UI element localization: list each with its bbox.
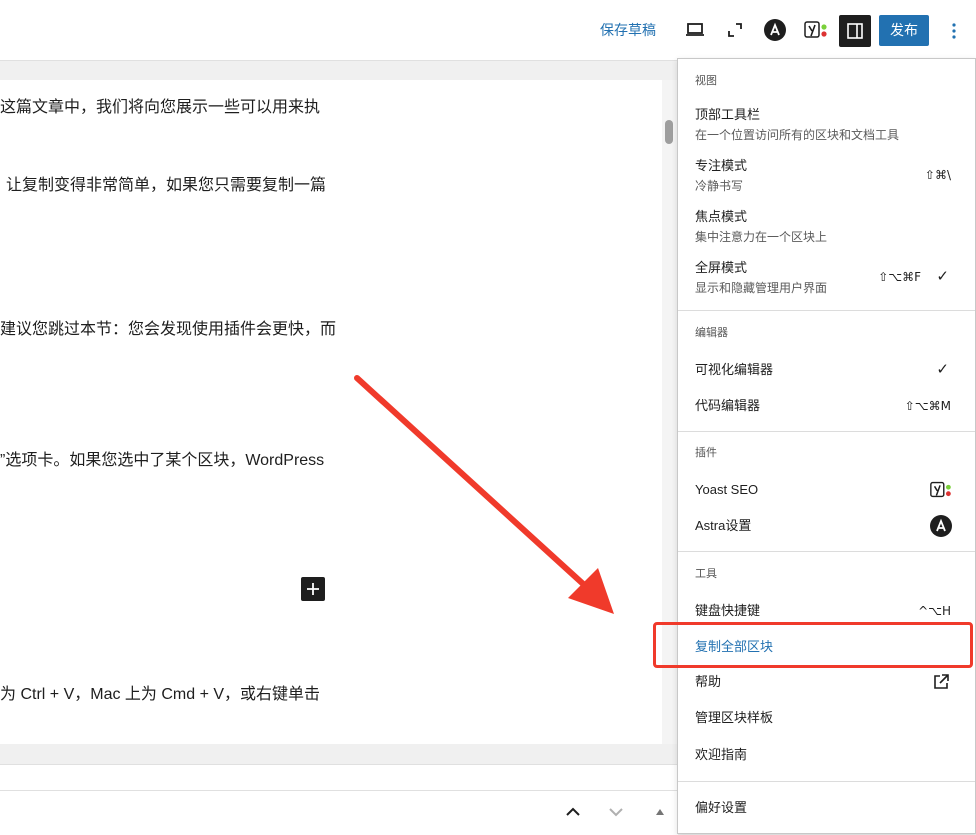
menu-item-label: Yoast SEO [695, 482, 759, 497]
menu-item-label: 专注模式 [695, 158, 748, 173]
menu-item-yoast-seo[interactable]: Yoast SEO [678, 475, 975, 505]
menu-item-description: 显示和隐藏管理用户界面 [695, 281, 828, 295]
menu-section-title-editor: 编辑器 [695, 327, 728, 339]
menu-divider [678, 781, 975, 782]
menu-item-description: 集中注意力在一个区块上 [695, 230, 828, 244]
yoast-seo-icon [929, 478, 953, 502]
menu-item-code-editor[interactable]: 代码编辑器 ⇧⌥⌘M [678, 391, 975, 421]
menu-item-manage-patterns[interactable]: 管理区块样板 [678, 703, 975, 733]
menu-item-welcome-guide[interactable]: 欢迎指南 [678, 740, 975, 770]
canvas-scrollbar[interactable] [662, 80, 678, 744]
menu-item-top-toolbar[interactable]: 顶部工具栏 在一个位置访问所有的区块和文档工具 [678, 103, 975, 147]
preview-laptop-icon[interactable] [680, 15, 710, 45]
menu-item-label: 可视化编辑器 [695, 362, 774, 377]
yoast-seo-icon[interactable] [801, 15, 831, 45]
block-breadcrumb-bar [0, 764, 678, 790]
menu-item-label: 复制全部区块 [695, 639, 774, 654]
save-draft-button[interactable]: 保存草稿 [600, 20, 656, 40]
external-link-icon [929, 670, 953, 694]
scrollbar-thumb[interactable] [665, 120, 673, 144]
paragraph-block[interactable]: 建议您跳过本节：您会发现使用插件会更快，而 [0, 318, 336, 342]
chevron-up-icon[interactable] [561, 800, 585, 824]
menu-item-shortcut: ^⌥H [918, 604, 951, 618]
menu-divider [678, 551, 975, 552]
menu-item-label: 管理区块样板 [695, 710, 774, 725]
menu-item-label: 代码编辑器 [695, 398, 761, 413]
menu-item-label: 焦点模式 [695, 209, 748, 224]
add-block-button[interactable] [301, 577, 325, 601]
options-menu-icon[interactable] [942, 15, 966, 47]
astra-icon [929, 514, 953, 538]
menu-item-label: 顶部工具栏 [695, 107, 761, 122]
menu-divider [678, 431, 975, 432]
menu-item-help[interactable]: 帮助 [678, 667, 975, 697]
options-dropdown-menu: 视图 顶部工具栏 在一个位置访问所有的区块和文档工具 专注模式 冷静书写 ⇧⌘\… [677, 58, 976, 834]
paragraph-block[interactable]: ”选项卡。如果您选中了某个区块，WordPress [0, 449, 324, 473]
menu-item-preferences[interactable]: 偏好设置 [678, 793, 975, 823]
astra-icon[interactable] [760, 15, 790, 45]
paragraph-block[interactable]: 这篇文章中，我们将向您展示一些可以用来执 [0, 96, 320, 120]
checkmark-icon: ✓ [936, 361, 949, 378]
fullscreen-toggle-icon[interactable] [720, 15, 750, 45]
triangle-up-icon[interactable] [648, 800, 672, 824]
menu-item-label: 帮助 [695, 674, 722, 689]
checkmark-icon: ✓ [936, 268, 949, 285]
paragraph-block[interactable]: 为 Ctrl + V，Mac 上为 Cmd + V，或右键单击 [0, 683, 320, 707]
menu-item-fullscreen[interactable]: 全屏模式 显示和隐藏管理用户界面 ⇧⌥⌘F ✓ [678, 256, 975, 300]
publish-button[interactable]: 发布 [879, 15, 929, 46]
menu-item-shortcut: ⇧⌥⌘M [904, 399, 951, 413]
menu-item-astra-settings[interactable]: Astra设置 [678, 511, 975, 541]
menu-item-visual-editor[interactable]: 可视化编辑器 ✓ [678, 355, 975, 385]
settings-sidebar-toggle-button[interactable] [839, 15, 871, 47]
menu-item-description: 在一个位置访问所有的区块和文档工具 [695, 128, 900, 142]
menu-item-description: 冷静书写 [695, 179, 744, 193]
menu-item-label: 键盘快捷键 [695, 603, 761, 618]
menu-item-distraction-free[interactable]: 专注模式 冷静书写 ⇧⌘\ [678, 154, 975, 198]
menu-item-shortcut: ⇧⌘\ [924, 168, 951, 182]
menu-section-title-view: 视图 [695, 75, 717, 87]
menu-item-label: 欢迎指南 [695, 747, 748, 762]
menu-item-spotlight[interactable]: 焦点模式 集中注意力在一个区块上 [678, 205, 975, 249]
menu-divider [678, 310, 975, 311]
chevron-down-icon[interactable] [604, 800, 628, 824]
editor-header: 保存草稿 发布 [0, 0, 976, 61]
menu-section-title-plugins: 插件 [695, 447, 717, 459]
menu-item-shortcut: ⇧⌥⌘F [878, 270, 921, 284]
menu-item-label: 偏好设置 [695, 800, 748, 815]
menu-section-title-tools: 工具 [695, 568, 717, 580]
menu-item-keyboard-shortcuts[interactable]: 键盘快捷键 ^⌥H [678, 595, 975, 625]
menu-item-label: Astra设置 [695, 518, 752, 533]
menu-item-label: 全屏模式 [695, 260, 748, 275]
menu-item-copy-all-blocks[interactable]: 复制全部区块 [678, 632, 975, 662]
paragraph-block[interactable]: 让复制变得非常简单，如果您只需要复制一篇 [6, 174, 326, 198]
